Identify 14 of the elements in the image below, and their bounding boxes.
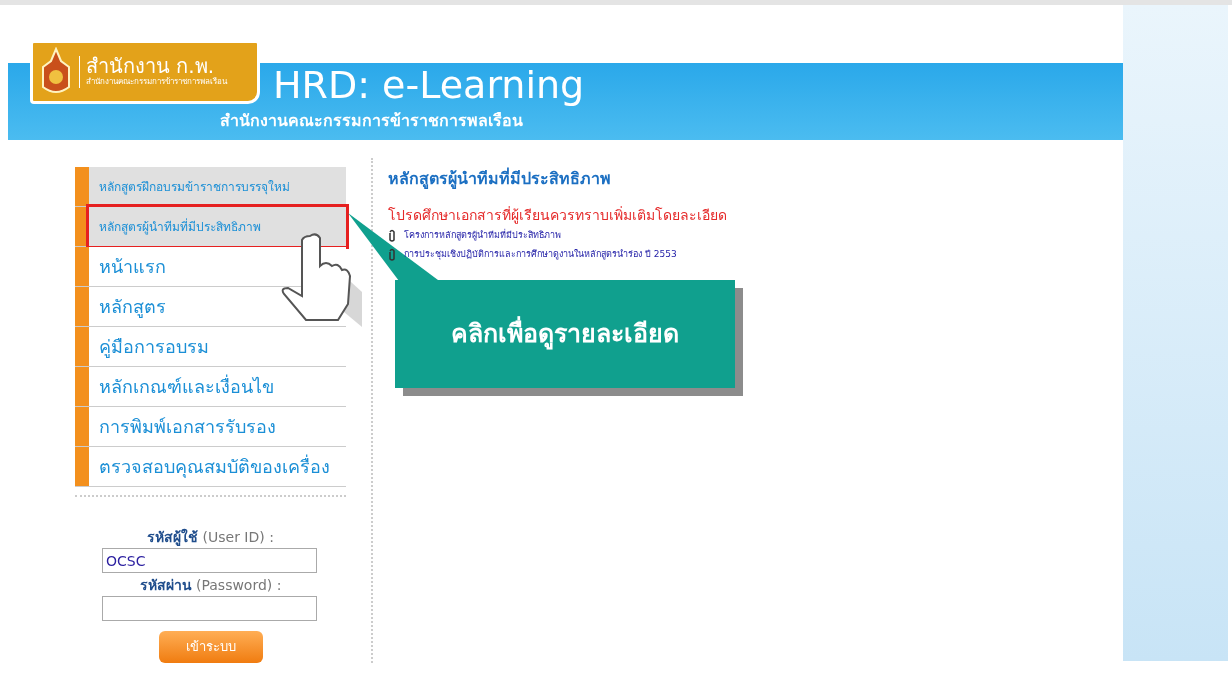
page-heading: หลักสูตรผู้นำทีมที่มีประสิทธิภาพ bbox=[388, 167, 612, 191]
sidebar-link[interactable]: หลักสูตรฝึกอบรมข้าราชการบรรจุใหม่ bbox=[89, 167, 346, 206]
logo-subtitle: สำนักงานคณะกรรมการข้าราชการพลเรือน bbox=[86, 76, 227, 88]
document-link[interactable]: โครงการหลักสูตรผู้นำทีมที่มีประสิทธิภาพ bbox=[404, 228, 561, 243]
user-id-label: รหัสผู้ใช้ (User ID) : bbox=[146, 527, 275, 548]
notice-text: โปรดศึกษาเอกสารที่ผู้เรียนควรทราบเพิ่มเติมโดยละเอียด bbox=[388, 205, 727, 226]
sidebar-link[interactable]: หลักสูตรผู้นำทีมที่มีประสิทธิภาพ bbox=[89, 207, 346, 246]
logo-title: สำนักงาน ก.พ. bbox=[86, 56, 215, 76]
login-button[interactable]: เข้าระบบ bbox=[158, 631, 263, 663]
site-title: HRD: e-Learning bbox=[273, 65, 585, 107]
site-subtitle: สำนักงานคณะกรรมการข้าราชการพลเรือน bbox=[220, 110, 523, 132]
document-link[interactable]: การประชุมเชิงปฏิบัติการและการศึกษาดูงานในหลักสูตรนำร่อง ปี 2553 bbox=[404, 247, 677, 262]
password-label: รหัสผ่าน (Password) : bbox=[138, 576, 283, 595]
user-id-field[interactable]: OCSC bbox=[102, 548, 317, 573]
